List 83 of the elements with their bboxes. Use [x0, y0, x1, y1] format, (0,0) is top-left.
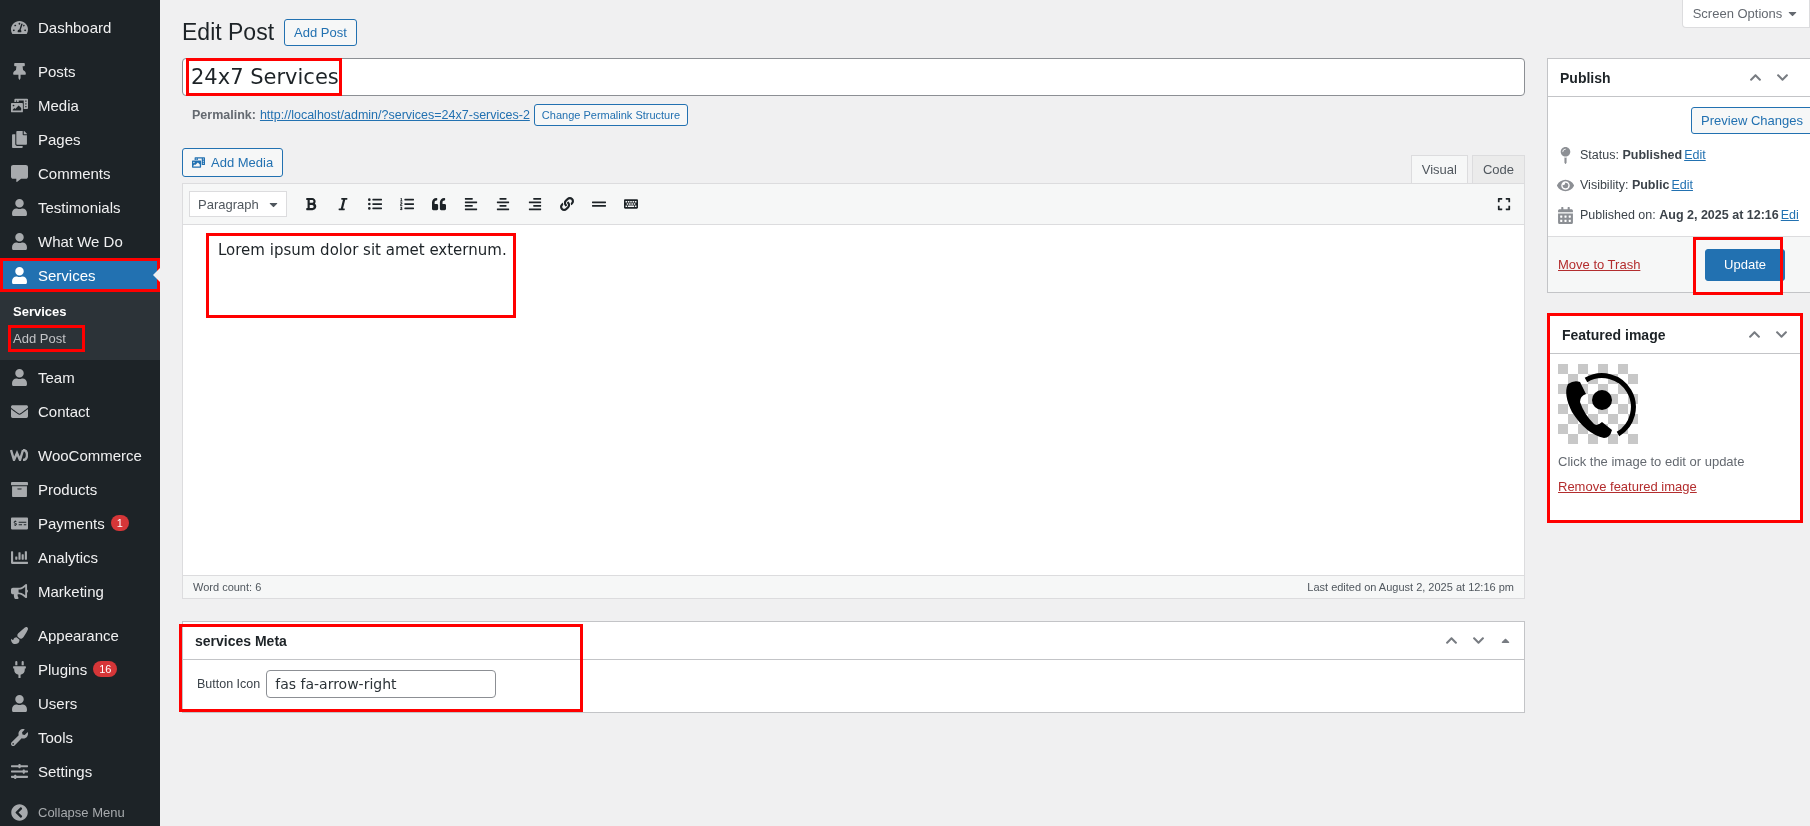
menu-icon [10, 480, 28, 498]
count-badge: 16 [93, 661, 118, 677]
edit-link[interactable]: Edit [1684, 148, 1706, 162]
meta-box-title: services Meta [195, 632, 287, 649]
change-permalink-button[interactable]: Change Permalink Structure [533, 104, 689, 126]
menu-icon [10, 164, 28, 182]
add-media-button[interactable]: Add Media [182, 148, 284, 177]
menu-icon [10, 582, 28, 600]
word-count: Word count: 6 [193, 581, 262, 593]
menu-item[interactable]: Services [0, 258, 160, 292]
menu-icon [10, 762, 28, 780]
media-icon [192, 156, 205, 169]
collapse-icon [10, 803, 28, 821]
menu-item[interactable]: Marketing [0, 574, 160, 608]
move-up-icon[interactable] [1748, 328, 1761, 341]
menu-icon [10, 548, 28, 566]
move-down-icon[interactable] [1472, 634, 1485, 647]
menu-item[interactable]: Dashboard [0, 10, 160, 44]
submenu-item[interactable]: Services [11, 301, 83, 322]
menu-icon [10, 728, 28, 746]
button-icon-field[interactable]: fas fa-arrow-right [266, 670, 497, 698]
menu-icon [10, 96, 28, 114]
calendar-icon [1556, 206, 1574, 224]
menu-icon [10, 18, 28, 36]
publish-detail: Visibility: Public [1580, 178, 1670, 192]
move-to-trash-link[interactable]: Move to Trash [1558, 257, 1641, 272]
move-up-icon[interactable] [1445, 634, 1458, 647]
menu-item[interactable]: Users [0, 686, 160, 720]
move-down-icon[interactable] [1776, 71, 1789, 84]
move-up-icon[interactable] [1749, 71, 1762, 84]
menu-item[interactable]: Plugins 16 [0, 652, 160, 686]
publish-detail: Status: Published [1580, 148, 1683, 162]
current-pointer-icon [153, 268, 160, 282]
menu-item[interactable]: Products [0, 472, 160, 506]
remove-image-link[interactable]: Remove featured image [1558, 479, 1697, 494]
menu-icon [10, 130, 28, 148]
menu-item[interactable]: Analytics [0, 540, 160, 574]
permalink-link[interactable]: http://localhost/admin/?services=24x7-services-2 [259, 108, 530, 122]
submenu-item[interactable]: Add Post [11, 328, 82, 349]
editor-tab[interactable]: Visual [1410, 155, 1468, 184]
screen-options-button[interactable]: Screen Options [1682, 0, 1810, 28]
move-down-icon[interactable] [1775, 328, 1788, 341]
menu-icon [10, 232, 28, 250]
menu-icon [10, 626, 28, 644]
menu-item[interactable]: Posts [0, 54, 160, 88]
preview-changes-button[interactable]: Preview Changes [1691, 107, 1810, 134]
menu-item[interactable]: Pages [0, 122, 160, 156]
add-post-button[interactable]: Add Post [284, 18, 357, 46]
menu-icon [10, 660, 28, 678]
menu-item[interactable]: Media [0, 88, 160, 122]
post-content[interactable]: Lorem ipsum dolor sit amet externum. [218, 241, 1489, 259]
update-button[interactable]: Update [1705, 248, 1785, 281]
permalink-label: Permalink: [192, 108, 256, 122]
menu-item[interactable]: Contact [0, 394, 160, 428]
menu-item[interactable]: Team [0, 360, 160, 394]
publish-detail: Published on: Aug 2, 2025 at 12:16 [1580, 208, 1779, 222]
menu-icon [10, 368, 28, 386]
edit-link[interactable]: Edit [1671, 178, 1693, 192]
collapse-menu-button[interactable]: Collapse Menu [0, 798, 160, 826]
title-field[interactable]: 24x7 Services [182, 58, 1525, 96]
field-label: Button Icon [197, 677, 261, 691]
editor-tab[interactable]: Code [1471, 155, 1525, 184]
menu-item[interactable]: Appearance [0, 618, 160, 652]
menu-item[interactable]: Tools [0, 720, 160, 754]
menu-item[interactable]: WooCommerce [0, 438, 160, 472]
menu-item[interactable]: Testimonials [0, 190, 160, 224]
menu-item[interactable]: Payments 1 [0, 506, 160, 540]
count-badge: 1 [110, 515, 129, 531]
menu-icon [10, 694, 28, 712]
menu-icon [10, 402, 28, 420]
page-title: Edit Post [182, 18, 275, 46]
publish-title: Publish [1560, 69, 1611, 86]
menu-icon [10, 62, 28, 80]
menu-item[interactable]: What We Do [0, 224, 160, 258]
format-select[interactable]: Paragraph [189, 191, 287, 217]
menu-item[interactable]: Settings [0, 754, 160, 788]
menu-item[interactable]: Comments [0, 156, 160, 190]
edit-link[interactable]: Edi [1780, 208, 1799, 222]
featured-image-title: Featured image [1562, 326, 1666, 343]
last-edited: Last edited on August 2, 2025 at 12:16 pm [1307, 581, 1514, 593]
menu-icon [10, 198, 28, 216]
image-hint: Click the image to edit or update [1558, 454, 1746, 469]
menu-icon [10, 266, 28, 284]
